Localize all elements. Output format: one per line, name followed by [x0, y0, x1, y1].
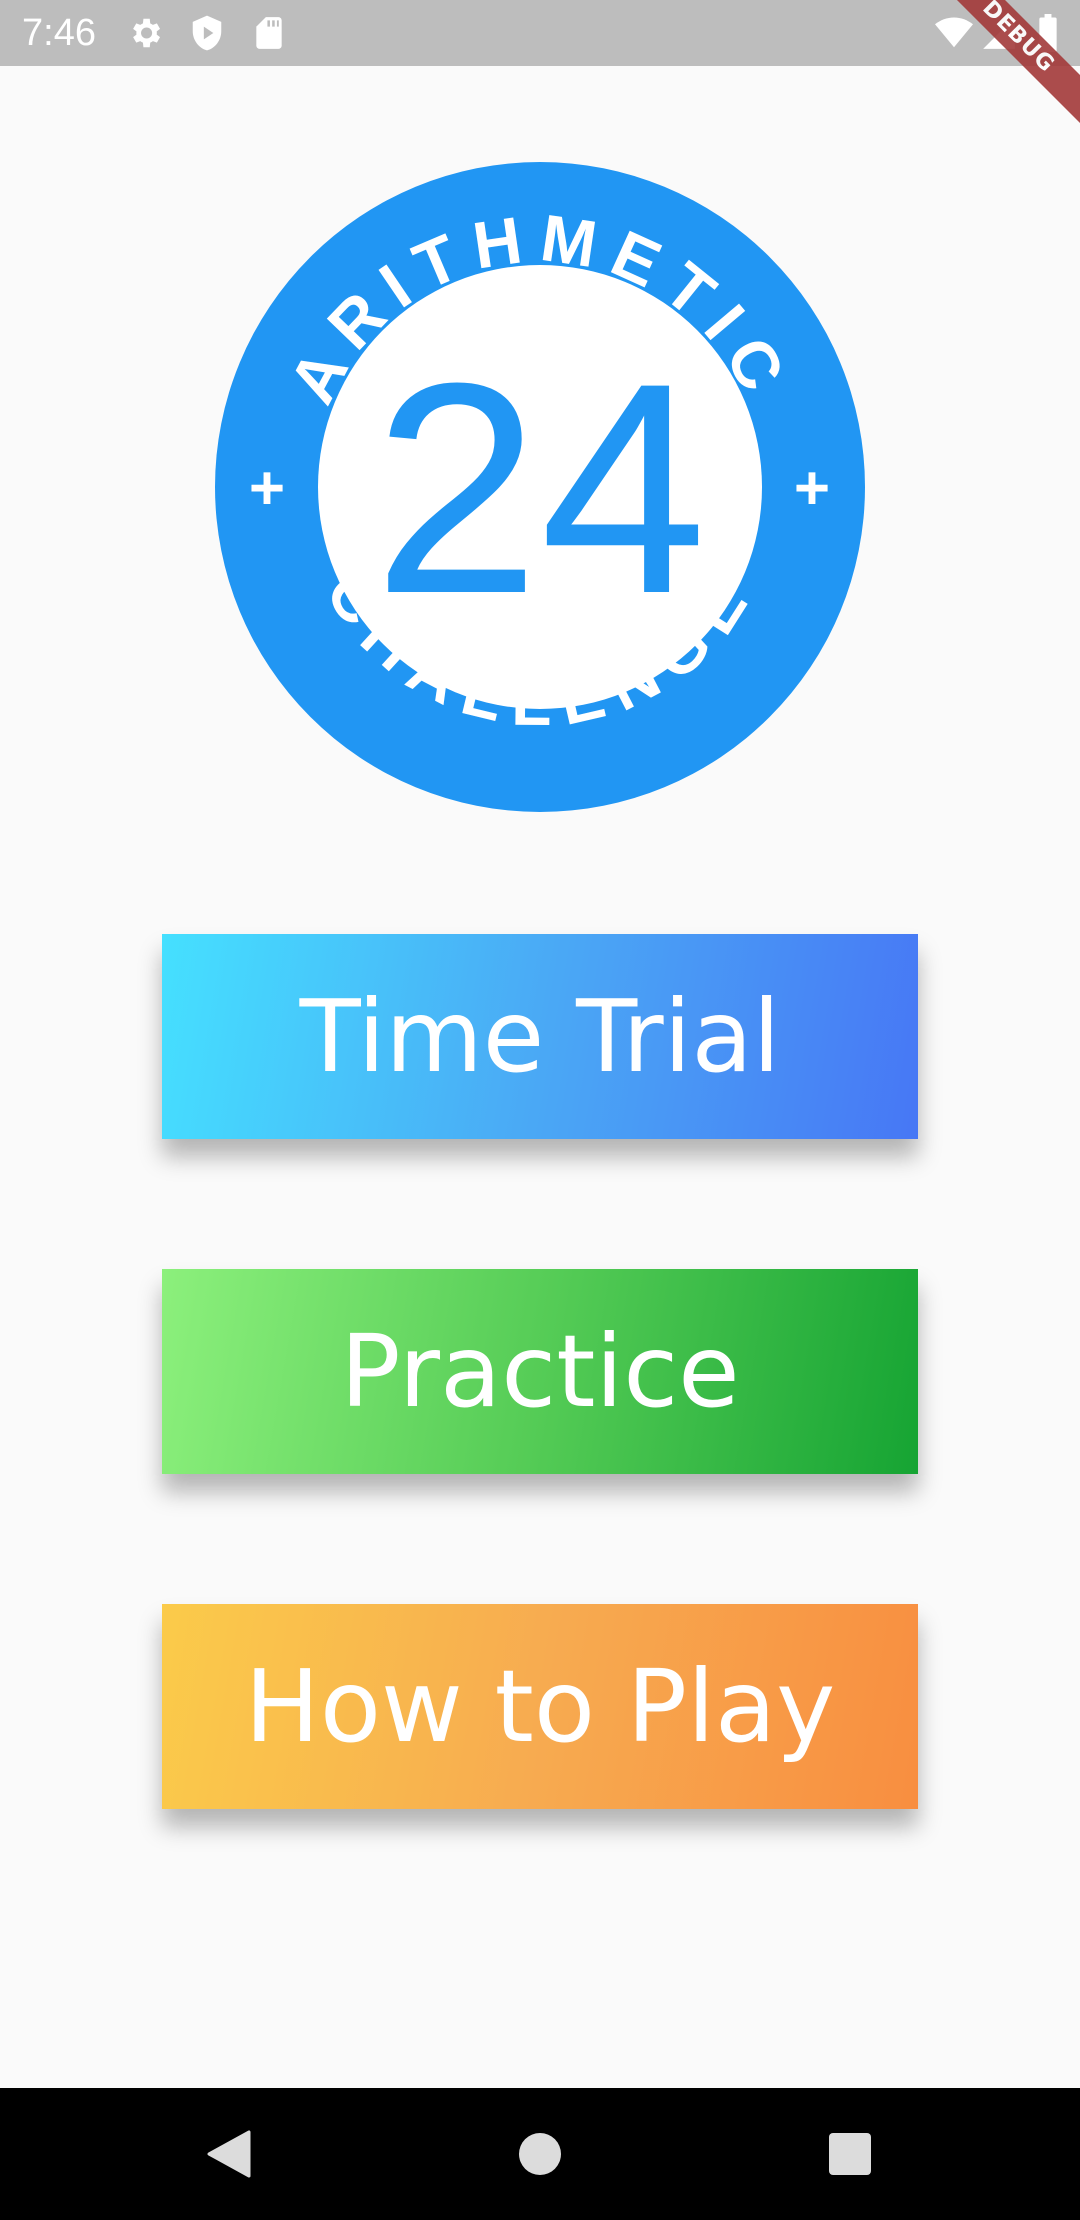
time-trial-button[interactable]: Time Trial: [162, 934, 918, 1139]
practice-button[interactable]: Practice: [162, 1269, 918, 1474]
recents-icon[interactable]: [829, 2133, 871, 2175]
arithmetic-challenge-logo: ARITHMETIC CHALLENGE + + 24: [215, 162, 865, 812]
settings-icon: [126, 14, 164, 52]
app-screen: 7:46 DEBUG ARITHMETIC CHALLENGE + + 24 T…: [0, 0, 1080, 2220]
status-time: 7:46: [22, 12, 96, 54]
sd-card-icon: [250, 14, 288, 52]
how-to-play-button[interactable]: How to Play: [162, 1604, 918, 1809]
logo-left-plus: +: [249, 454, 285, 523]
home-icon[interactable]: [519, 2133, 561, 2175]
logo-right-plus: +: [794, 454, 830, 523]
back-icon[interactable]: [205, 2130, 251, 2178]
logo-number: 24: [373, 320, 707, 656]
wifi-icon: [934, 14, 973, 52]
shield-play-icon: [188, 14, 226, 52]
status-bar: 7:46 DEBUG: [0, 0, 1080, 134]
